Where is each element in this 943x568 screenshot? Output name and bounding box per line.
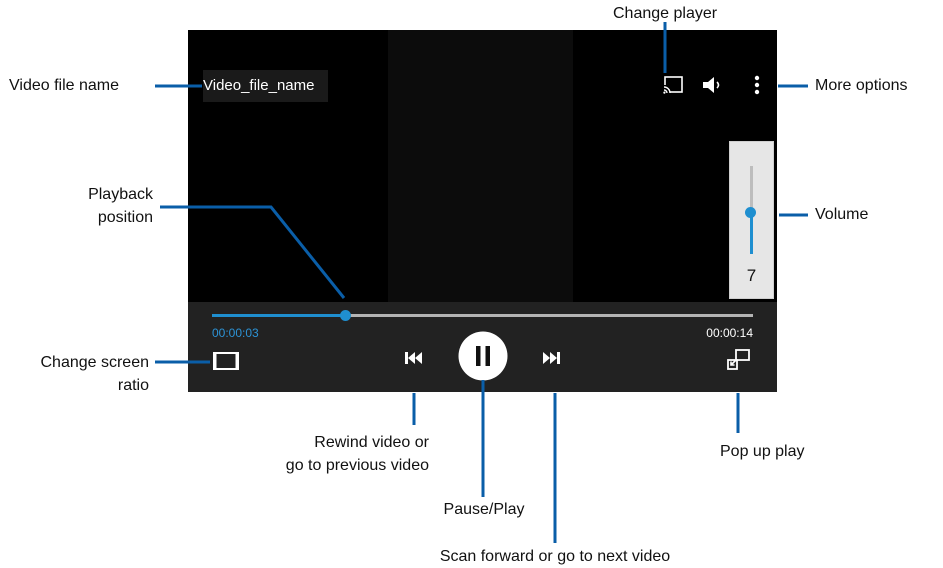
video-player-screen[interactable]: Video_file_name 7 00:00:03 00:00:14 (188, 30, 777, 392)
current-time: 00:00:03 (212, 326, 259, 340)
video-file-name: Video_file_name (203, 70, 329, 102)
callout-change-screen-ratio-line2: ratio (117, 377, 149, 394)
volume-level-fill (750, 212, 753, 254)
callout-change-screen-ratio: Change screen ratio (9, 351, 149, 397)
callout-playback-position: Playback position (66, 183, 153, 229)
volume-panel[interactable]: 7 (729, 141, 774, 299)
callout-scan-forward: Scan forward or go to next video (439, 548, 671, 565)
callout-change-player: Change player (613, 5, 718, 22)
skip-next-icon[interactable] (540, 350, 562, 366)
cast-icon[interactable] (662, 74, 686, 96)
seek-bar-progress (212, 314, 346, 317)
total-time: 00:00:14 (706, 326, 753, 340)
video-frame[interactable] (388, 30, 573, 302)
speaker-icon[interactable] (701, 74, 725, 96)
callout-more-options: More options (815, 77, 908, 94)
callout-rewind-line1: Rewind video or (314, 434, 429, 451)
volume-slider-handle[interactable] (745, 207, 756, 218)
callout-pop-up-play: Pop up play (720, 443, 805, 460)
aspect-ratio-icon[interactable] (212, 350, 240, 372)
pause-button[interactable] (458, 331, 508, 381)
playback-position-handle[interactable] (340, 310, 351, 321)
callout-change-screen-ratio-line1: Change screen (40, 354, 149, 371)
callout-rewind: Rewind video or go to previous video (270, 431, 429, 477)
callout-playback-position-line2: position (97, 209, 153, 226)
skip-previous-icon[interactable] (403, 350, 425, 366)
popup-play-icon[interactable] (726, 348, 752, 372)
callout-playback-position-line1: Playback (88, 186, 153, 203)
callout-video-file-name: Video file name (9, 77, 119, 94)
callout-pause-play: Pause/Play (443, 501, 525, 518)
playback-controls-bar: 00:00:03 00:00:14 (188, 302, 777, 392)
more-vertical-icon[interactable] (745, 74, 769, 96)
volume-value: 7 (746, 266, 757, 285)
callout-volume: Volume (815, 206, 869, 223)
callout-rewind-line2: go to previous video (285, 457, 429, 474)
